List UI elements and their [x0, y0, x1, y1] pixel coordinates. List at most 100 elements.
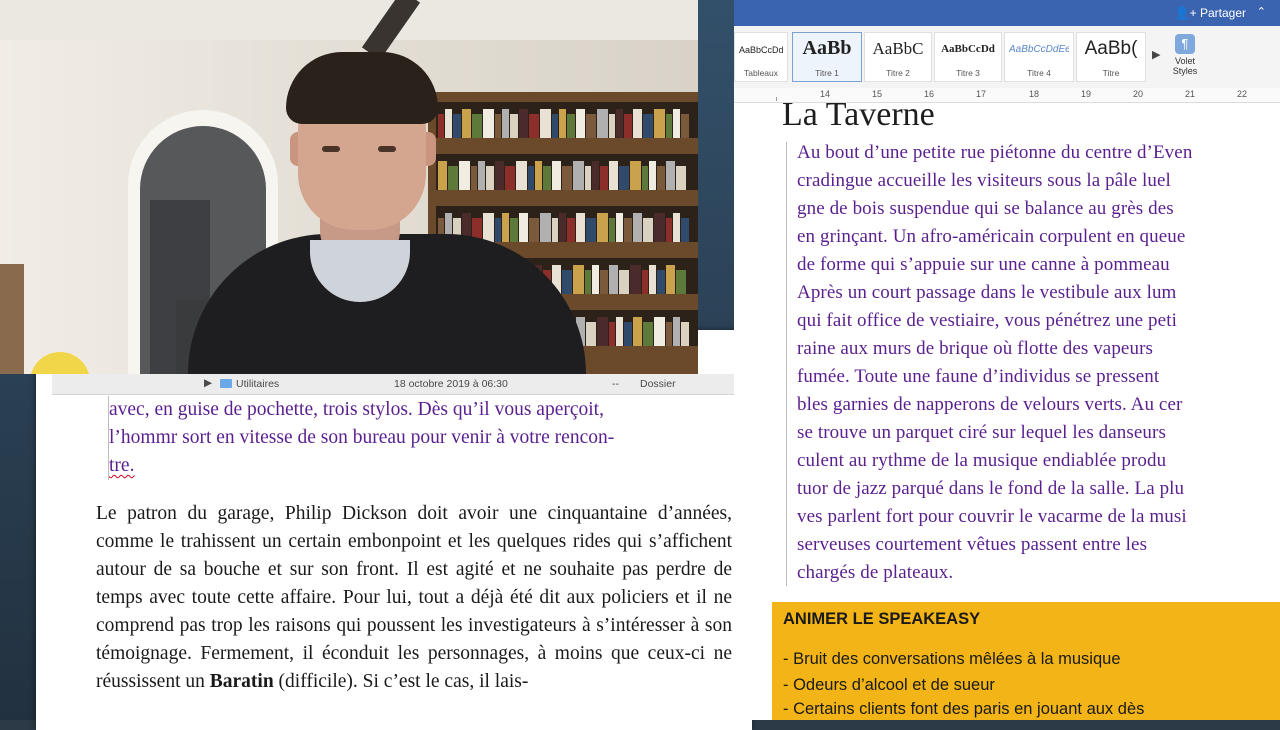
- book: [600, 270, 608, 294]
- webcam-video-window[interactable]: [0, 0, 698, 374]
- book: [540, 213, 551, 242]
- right-quote-block: Au bout d’une petite rue piétonne du cen…: [786, 142, 1280, 586]
- book: [540, 109, 551, 138]
- book: [592, 265, 599, 294]
- book: [643, 218, 653, 242]
- book: [505, 166, 515, 190]
- book: [633, 109, 642, 138]
- book: [666, 265, 675, 294]
- style-titre[interactable]: AaBb( Titre: [1076, 32, 1146, 82]
- book: [502, 213, 509, 242]
- style-titre-4[interactable]: AaBbCcDdEe Titre 4: [1004, 32, 1074, 82]
- book: [666, 114, 672, 138]
- book: [462, 109, 471, 138]
- chevron-up-icon[interactable]: ⌃: [1257, 5, 1266, 18]
- book: [630, 265, 641, 294]
- book: [673, 109, 680, 138]
- book: [666, 218, 672, 242]
- book: [471, 166, 477, 190]
- book: [624, 114, 632, 138]
- right-quote-line: chargés de plateaux.: [797, 562, 954, 583]
- book: [573, 161, 584, 190]
- volet-styles-button[interactable]: ¶ Volet Styles: [1166, 34, 1204, 76]
- book: [624, 218, 632, 242]
- left-body-paragraph: Le patron du garage, Philip Dickson doit…: [96, 500, 732, 696]
- style-tableaux[interactable]: AaBbCcDdEe Tableaux: [734, 32, 788, 82]
- right-quote-line: raine aux murs de brique où flotte des v…: [797, 338, 1153, 359]
- book: [562, 270, 572, 294]
- book: [576, 213, 585, 242]
- book: [486, 166, 494, 190]
- title-bar: 👤+ Partager ⌃: [734, 0, 1280, 26]
- book: [630, 161, 641, 190]
- ribbon-scroll-right-icon[interactable]: ▶: [1152, 48, 1160, 61]
- book: [567, 218, 575, 242]
- right-quote-line: bles garnies de napperons de velours ver…: [797, 394, 1183, 415]
- callout-item: - Certains clients font des paris en jou…: [783, 700, 1145, 718]
- right-quote-line: culent au rythme de la musique endiablée…: [797, 450, 1167, 471]
- book: [633, 317, 642, 346]
- book: [438, 161, 447, 190]
- left-quote-block: avec, en guise de pochette, trois stylos…: [108, 396, 737, 480]
- book: [609, 322, 615, 346]
- book: [586, 114, 596, 138]
- style-titre-3[interactable]: AaBbCcDd Titre 3: [934, 32, 1002, 82]
- finder-date: 18 octobre 2019 à 06:30: [394, 378, 508, 390]
- pilcrow-icon: ¶: [1175, 34, 1195, 54]
- book: [552, 161, 561, 190]
- book: [495, 218, 501, 242]
- book: [681, 114, 689, 138]
- book: [495, 161, 504, 190]
- book: [483, 109, 494, 138]
- finder-row-utilitaires[interactable]: ▶ Utilitaires 18 octobre 2019 à 06:30 --…: [52, 374, 734, 395]
- book: [552, 114, 558, 138]
- book: [619, 166, 629, 190]
- style-titre-2[interactable]: AaBbC Titre 2: [864, 32, 932, 82]
- book: [681, 322, 689, 346]
- book: [528, 166, 534, 190]
- right-quote-line: en grinçant. Un afro-américain corpulent…: [797, 226, 1186, 247]
- book: [519, 213, 528, 242]
- book: [510, 114, 518, 138]
- left-quote-line: l’hommr sort en vitesse de son bureau po…: [109, 427, 615, 448]
- book: [585, 166, 591, 190]
- right-quote-line: qui fait office de vestiaire, vous pénét…: [797, 310, 1177, 331]
- right-quote-line: Au bout d’une petite rue piétonne du cen…: [797, 142, 1193, 163]
- right-quote-line: fumée. Toute une faune d’individus se pr…: [797, 366, 1160, 387]
- book: [529, 218, 539, 242]
- book: [445, 109, 452, 138]
- book: [502, 109, 509, 138]
- book: [592, 161, 599, 190]
- book: [586, 322, 596, 346]
- book: [666, 322, 672, 346]
- body-tail: (difficile). Si c’est le cas, il lais-: [273, 671, 529, 692]
- callout-item: - Bruit des conversations mêlées à la mu…: [783, 650, 1121, 668]
- book: [624, 322, 632, 346]
- book: [510, 218, 518, 242]
- book: [453, 114, 461, 138]
- book: [559, 109, 566, 138]
- book: [673, 213, 680, 242]
- disclosure-triangle-icon[interactable]: ▶: [204, 377, 212, 389]
- book: [586, 218, 596, 242]
- book: [597, 317, 608, 346]
- book: [562, 166, 572, 190]
- book: [654, 213, 665, 242]
- right-quote-line: Après un court passage dans le vestibule…: [797, 282, 1177, 303]
- share-button[interactable]: 👤+ Partager: [1175, 6, 1246, 20]
- book: [673, 317, 680, 346]
- finder-kind: Dossier: [640, 378, 676, 390]
- style-titre-1[interactable]: AaBb Titre 1: [792, 32, 862, 82]
- book: [576, 109, 585, 138]
- book: [585, 270, 591, 294]
- section-heading: La Taverne: [782, 96, 935, 133]
- book: [478, 161, 485, 190]
- book: [459, 161, 470, 190]
- callout-box: ANIMER LE SPEAKEASY - Bruit des conversa…: [772, 602, 1280, 720]
- right-quote-line: cradingue accueille les visiteurs sous l…: [797, 170, 1171, 191]
- body-text: Le patron du garage, Philip Dickson doit…: [96, 503, 732, 692]
- right-quote-line: tuor de jazz parqué dans le fond de la s…: [797, 478, 1185, 499]
- book: [676, 270, 686, 294]
- book: [567, 114, 575, 138]
- left-quote-line: avec, en guise de pochette, trois stylos…: [109, 399, 604, 420]
